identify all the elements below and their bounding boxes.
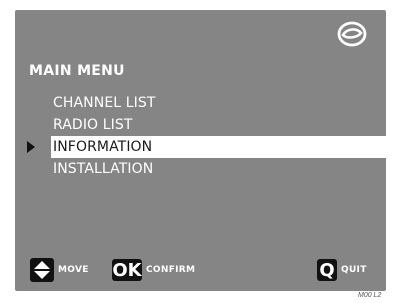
selection-pointer-icon (27, 141, 35, 153)
screen-code: M00 L2 (358, 292, 382, 299)
confirm-hint-label: CONFIRM (146, 265, 196, 275)
quit-key: Q (317, 259, 337, 281)
menu-item-installation[interactable]: INSTALLATION (15, 158, 386, 180)
menu-item-information[interactable]: INFORMATION (27, 136, 386, 158)
up-down-arrows-icon (30, 258, 54, 282)
menu-item-label: RADIO LIST (53, 117, 133, 133)
move-hint-label: MOVE (58, 265, 89, 275)
menu-item-radio-list[interactable]: RADIO LIST (15, 114, 386, 136)
quit-hint-label: QUIT (341, 265, 367, 275)
menu-item-channel-list[interactable]: CHANNEL LIST (15, 92, 386, 114)
brand-ring-icon (337, 21, 367, 47)
key-hint-bar: MOVE OK CONFIRM Q QUIT (15, 257, 386, 283)
quit-hint[interactable]: Q QUIT (317, 257, 367, 283)
main-menu-list: CHANNEL LIST RADIO LIST INFORMATION INST… (15, 92, 386, 180)
move-hint[interactable]: MOVE (30, 257, 89, 283)
ok-key: OK (112, 259, 142, 281)
menu-title: MAIN MENU (29, 63, 125, 79)
menu-item-label: CHANNEL LIST (53, 95, 156, 111)
menu-item-label: INSTALLATION (53, 161, 154, 177)
menu-item-label: INFORMATION (53, 139, 153, 155)
confirm-hint[interactable]: OK CONFIRM (112, 257, 195, 283)
